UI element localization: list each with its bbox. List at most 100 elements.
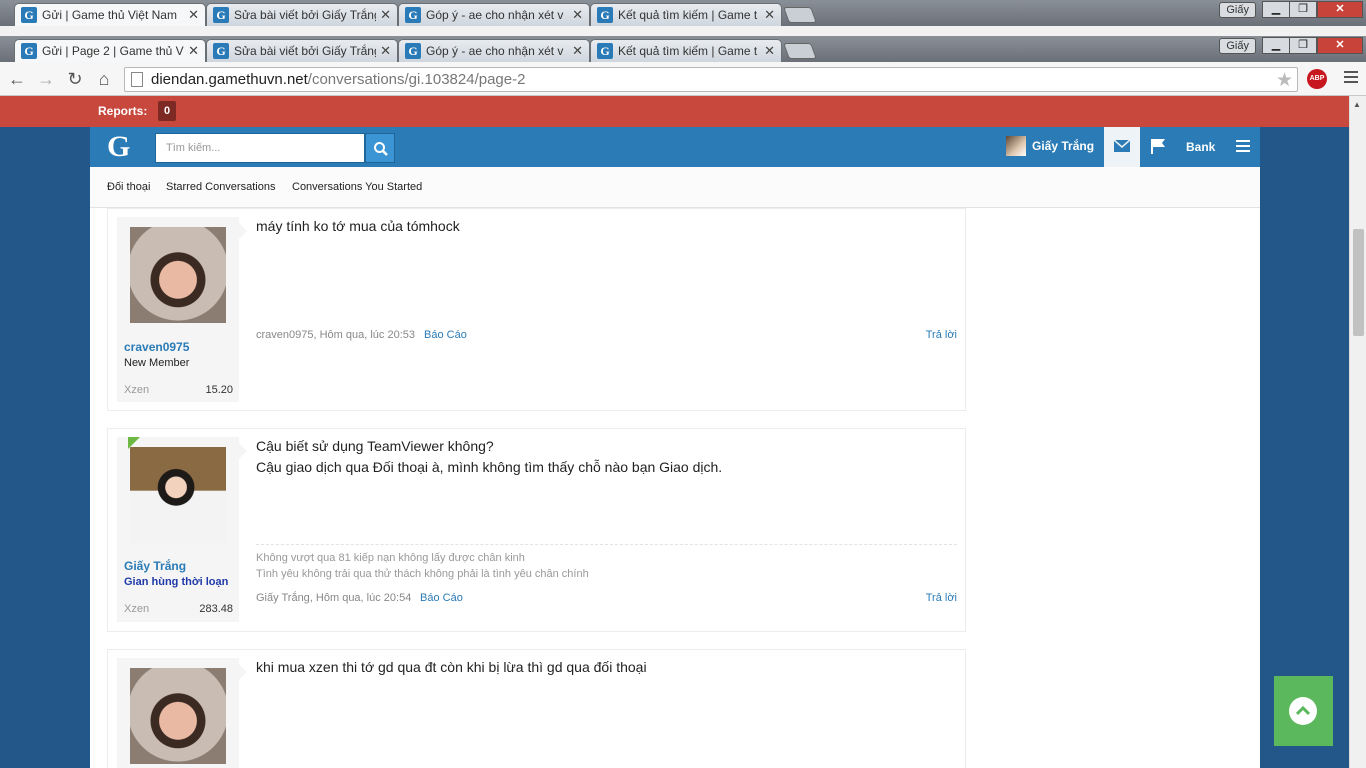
forward-icon[interactable]: → [35, 68, 57, 90]
bank-link[interactable]: Bank [1186, 140, 1215, 154]
site-favicon-icon: G [405, 7, 421, 23]
site-logo[interactable]: G [107, 130, 130, 164]
report-link[interactable]: Báo Cáo [420, 592, 463, 604]
address-bar[interactable]: diendan.gamethuvn.net/conversations/gi.1… [124, 67, 1298, 92]
site-favicon-icon: G [213, 7, 229, 23]
site-favicon-icon: G [21, 43, 37, 59]
scrollbar-thumb[interactable] [1353, 229, 1364, 336]
flag-icon [1151, 139, 1165, 154]
close-tab-icon[interactable]: ✕ [188, 7, 199, 23]
message-body: máy tính ko tớ mua của tómhock [256, 218, 460, 234]
message-meta: Giấy Trắng, Hôm qua, lúc 20:54 [256, 592, 412, 604]
user-name: Giấy Trắng [1032, 139, 1095, 153]
message-arrow [239, 664, 247, 680]
new-tab-button[interactable] [783, 43, 817, 59]
browser-tab[interactable]: G Kết quả tìm kiếm | Game t ✕ [590, 39, 782, 62]
conversation-content: craven0975 New Member Xzen 15.20 máy tín… [90, 208, 1260, 768]
avatar[interactable] [130, 447, 226, 543]
search-input[interactable]: Tìm kiếm... [155, 133, 365, 163]
chevron-up-icon [1296, 705, 1310, 716]
hamburger-icon[interactable] [1236, 140, 1250, 155]
browser-tab[interactable]: G Kết quả tìm kiếm | Game t ✕ [590, 3, 782, 26]
browser-tab[interactable]: G Gửi | Page 2 | Game thủ V ✕ [14, 39, 206, 62]
reports-label: Reports: [98, 104, 148, 118]
message-body: Cậu biết sử dụng TeamViewer không? Cậu g… [256, 436, 957, 478]
home-icon[interactable]: ⌂ [93, 68, 115, 90]
url-host: diendan.gamethuvn.net [151, 71, 308, 88]
user-title: Gian hùng thời loạn [124, 576, 229, 588]
site-favicon-icon: G [597, 43, 613, 59]
minimize-button[interactable]: ▁ [1262, 37, 1290, 54]
site-favicon-icon: G [213, 43, 229, 59]
ghost-toolbar [0, 26, 1366, 36]
tab-strip: G Gửi | Game thủ Việt Nam ✕ G Sửa bài viết … [0, 0, 1366, 26]
minimize-button[interactable]: ▁ [1262, 1, 1290, 18]
browser-tab[interactable]: G Sửa bài viết bởi Giấy Trắng ✕ [206, 3, 398, 26]
inbox-button[interactable] [1104, 127, 1140, 167]
message-username[interactable]: craven0975 [124, 340, 189, 354]
message-username[interactable]: Giấy Trắng [124, 559, 186, 573]
message-body: khi mua xzen thi tớ gd qua đt còn khi bị… [256, 659, 647, 675]
close-tab-icon[interactable]: ✕ [380, 7, 391, 23]
browser-menu-icon[interactable] [1344, 71, 1358, 86]
message-arrow [239, 443, 247, 459]
message-user-info [117, 658, 239, 768]
close-tab-icon[interactable]: ✕ [572, 7, 583, 23]
star-icon[interactable]: ★ [1276, 69, 1293, 92]
new-tab-button[interactable] [783, 7, 817, 23]
scroll-to-top-button[interactable] [1274, 676, 1333, 746]
xzen-value: 283.48 [199, 603, 233, 615]
back-icon[interactable]: ← [6, 68, 28, 90]
profile-button[interactable]: Giấy [1219, 2, 1256, 18]
window-close-button[interactable]: ✕ [1317, 1, 1363, 18]
signature-line: Tình yêu không trải qua thử thách không … [256, 568, 589, 580]
maximize-button[interactable]: ❐ [1289, 37, 1317, 54]
close-tab-icon[interactable]: ✕ [572, 43, 583, 59]
message: craven0975 New Member Xzen 15.20 máy tín… [107, 208, 966, 411]
close-tab-icon[interactable]: ✕ [764, 43, 775, 59]
browser-tab[interactable]: G Góp ý - ae cho nhận xét v ✕ [398, 3, 590, 26]
message: Giấy Trắng Gian hùng thời loạn Xzen 283.… [107, 428, 966, 632]
close-tab-icon[interactable]: ✕ [380, 43, 391, 59]
subnav-started[interactable]: Conversations You Started [292, 181, 422, 193]
avatar[interactable] [130, 668, 226, 764]
message-body-line: Cậu giao dịch qua Đối thoại à, mình khôn… [256, 459, 723, 475]
window-close-button[interactable]: ✕ [1317, 37, 1363, 54]
browser-tab[interactable]: G Sửa bài viết bởi Giấy Trắng ✕ [206, 39, 398, 62]
signature-line: Không vượt qua 81 kiếp nạn không lấy đượ… [256, 552, 525, 564]
message-meta: craven0975, Hôm qua, lúc 20:53 [256, 329, 415, 341]
browser-toolbar: ← → ↻ ⌂ diendan.gamethuvn.net/conversati… [0, 62, 1366, 96]
reload-icon[interactable]: ↻ [64, 68, 86, 90]
site-favicon-icon: G [21, 7, 37, 23]
close-tab-icon[interactable]: ✕ [764, 7, 775, 23]
user-menu[interactable]: Giấy Trắng [1006, 136, 1094, 156]
page-scrollbar[interactable]: ▲ [1349, 96, 1366, 768]
subnav-conversations[interactable]: Đối thoại [107, 181, 150, 193]
scroll-up-arrow-icon[interactable]: ▲ [1353, 100, 1361, 109]
adblock-icon[interactable]: ABP [1307, 69, 1327, 89]
reply-link[interactable]: Trả lời [926, 592, 957, 604]
user-title: New Member [124, 357, 190, 369]
sub-navigation: Đối thoại Starred Conversations Conversa… [90, 167, 1260, 208]
xzen-value: 15.20 [205, 384, 233, 396]
maximize-button[interactable]: ❐ [1289, 1, 1317, 18]
online-indicator [128, 437, 140, 449]
profile-button[interactable]: Giấy [1219, 38, 1256, 54]
alerts-button[interactable] [1150, 138, 1166, 157]
close-tab-icon[interactable]: ✕ [188, 43, 199, 59]
avatar[interactable] [130, 227, 226, 323]
subnav-starred[interactable]: Starred Conversations [166, 181, 275, 193]
xzen-label: Xzen [124, 384, 150, 396]
message-user-info: Giấy Trắng Gian hùng thời loạn Xzen 283.… [117, 437, 239, 622]
search-button[interactable] [365, 133, 395, 163]
browser-tab[interactable]: G Góp ý - ae cho nhận xét v ✕ [398, 39, 590, 62]
report-link[interactable]: Báo Cáo [424, 329, 467, 341]
reports-count-badge[interactable]: 0 [158, 101, 176, 121]
reply-link[interactable]: Trả lời [926, 329, 957, 341]
message-body-line: Cậu biết sử dụng TeamViewer không? [256, 438, 494, 454]
xzen-label: Xzen [124, 603, 150, 615]
browser-tab[interactable]: G Gửi | Game thủ Việt Nam ✕ [14, 3, 206, 26]
reports-bar: Reports: 0 [0, 96, 1349, 127]
signature: Không vượt qua 81 kiếp nạn không lấy đượ… [256, 544, 957, 582]
site-header: G Tìm kiếm... Giấy Trắng Bank [90, 127, 1260, 167]
